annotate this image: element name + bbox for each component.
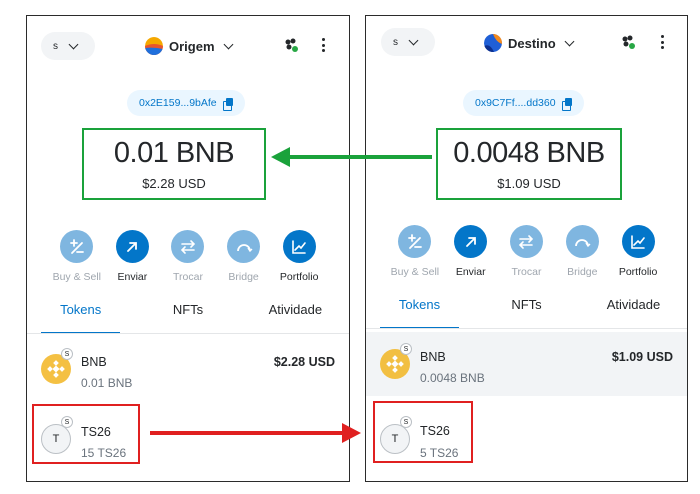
red-arrow-icon	[150, 423, 361, 443]
annotation-arrows	[150, 147, 432, 443]
green-arrow-icon	[271, 147, 432, 167]
